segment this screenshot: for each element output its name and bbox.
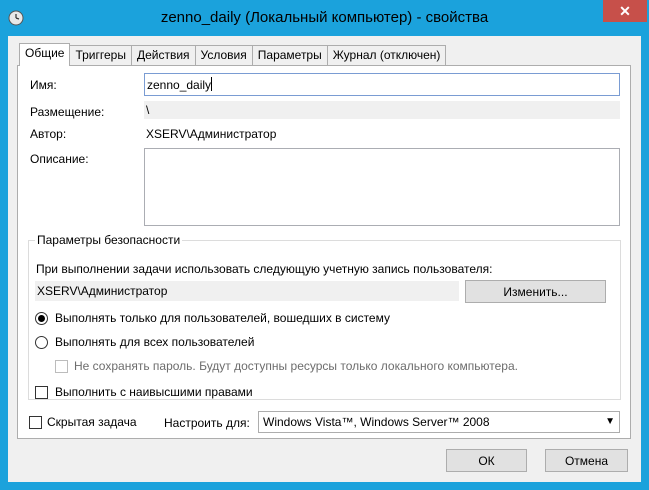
tab-triggers[interactable]: Триггеры bbox=[69, 45, 132, 65]
tab-strip: Общие Триггеры Действия Условия Параметр… bbox=[19, 43, 447, 66]
window-title: zenno_daily (Локальный компьютер) - свой… bbox=[160, 9, 489, 26]
tab-history[interactable]: Журнал (отключен) bbox=[326, 45, 447, 65]
dialog-client-area: Общие Триггеры Действия Условия Параметр… bbox=[8, 36, 641, 482]
location-label: Размещение: bbox=[30, 105, 105, 119]
description-textarea[interactable] bbox=[144, 148, 620, 226]
tab-conditions[interactable]: Условия bbox=[194, 45, 253, 65]
configure-for-value: Windows Vista™, Windows Server™ 2008 bbox=[263, 415, 490, 429]
cancel-button[interactable]: Отмена bbox=[545, 449, 628, 472]
ok-button[interactable]: ОК bbox=[446, 449, 527, 472]
name-input[interactable]: zenno_daily bbox=[144, 73, 620, 96]
radio-all-users[interactable] bbox=[35, 336, 48, 349]
no-store-password-checkbox[interactable] bbox=[55, 360, 68, 373]
hidden-task-checkbox[interactable] bbox=[29, 416, 42, 429]
radio-logged-on-label[interactable]: Выполнять только для пользователей, воше… bbox=[55, 311, 390, 325]
security-options-group: Параметры безопасности При выполнении за… bbox=[28, 233, 621, 400]
configure-for-select[interactable]: Windows Vista™, Windows Server™ 2008 ▼ bbox=[258, 411, 620, 433]
name-value: zenno_daily bbox=[147, 78, 212, 92]
text-caret bbox=[211, 77, 213, 91]
title-bar[interactable]: zenno_daily (Локальный компьютер) - свой… bbox=[0, 0, 649, 36]
author-value: XSERV\Администратор bbox=[146, 127, 277, 141]
account-field: XSERV\Администратор bbox=[35, 281, 459, 301]
tab-settings[interactable]: Параметры bbox=[251, 45, 328, 65]
description-label: Описание: bbox=[30, 152, 89, 166]
location-field: \ bbox=[144, 101, 620, 119]
tab-general[interactable]: Общие bbox=[19, 43, 71, 66]
tab-actions[interactable]: Действия bbox=[130, 45, 196, 65]
author-label: Автор: bbox=[30, 127, 67, 141]
configure-for-label: Настроить для: bbox=[164, 416, 250, 430]
name-label: Имя: bbox=[30, 78, 57, 92]
account-prompt: При выполнении задачи использовать следу… bbox=[36, 262, 493, 276]
radio-logged-on-only[interactable] bbox=[35, 312, 48, 325]
security-group-title: Параметры безопасности bbox=[35, 233, 183, 247]
no-store-password-label: Не сохранять пароль. Будут доступны ресу… bbox=[74, 359, 518, 373]
highest-privileges-checkbox[interactable] bbox=[35, 386, 48, 399]
radio-all-users-label[interactable]: Выполнять для всех пользователей bbox=[55, 335, 254, 349]
properties-dialog: zenno_daily (Локальный компьютер) - свой… bbox=[0, 0, 649, 490]
highest-privileges-label[interactable]: Выполнить с наивысшими правами bbox=[55, 385, 253, 399]
close-icon: ✕ bbox=[619, 2, 631, 19]
hidden-task-label[interactable]: Скрытая задача bbox=[47, 415, 137, 429]
close-button[interactable]: ✕ bbox=[603, 0, 647, 22]
change-user-button[interactable]: Изменить... bbox=[465, 280, 606, 303]
chevron-down-icon: ▼ bbox=[605, 416, 615, 427]
general-tab-panel: Имя: zenno_daily Размещение: \ Автор: XS… bbox=[17, 65, 631, 439]
